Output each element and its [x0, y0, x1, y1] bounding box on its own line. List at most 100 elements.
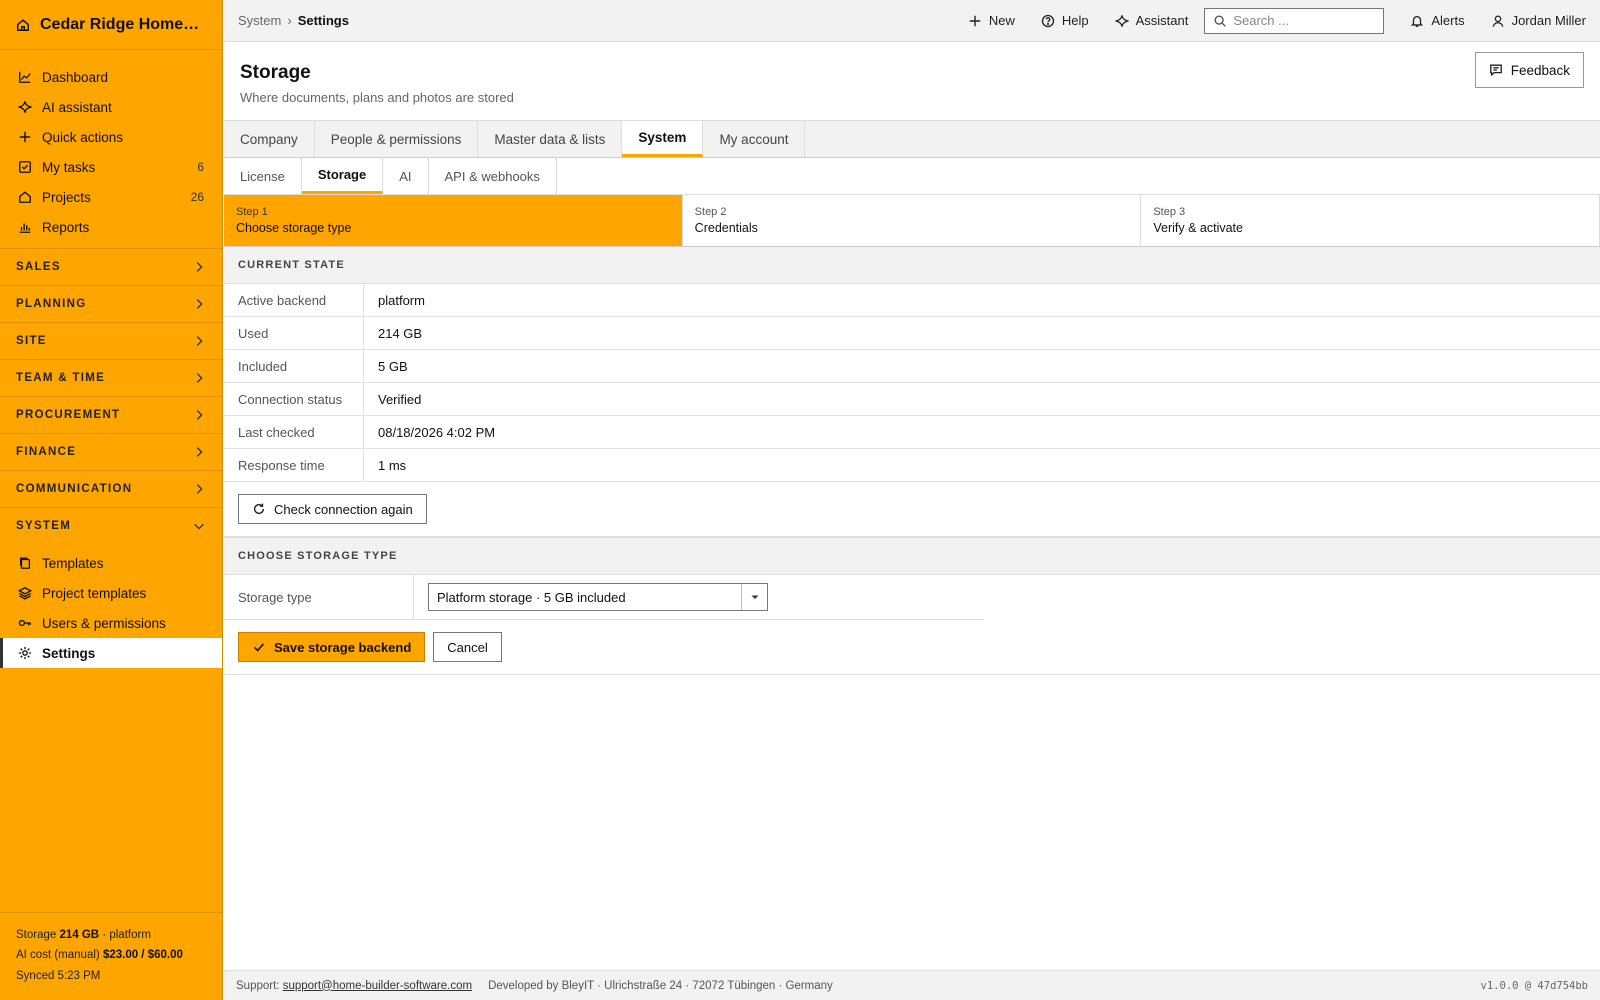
- sidebar-item-label: Quick actions: [42, 129, 124, 145]
- sidebar-top-nav: Dashboard AI assistant Quick actions My …: [0, 50, 222, 242]
- page-footer: Support: support@home-builder-software.c…: [224, 970, 1600, 1000]
- user-menu[interactable]: Jordan Miller: [1491, 13, 1586, 28]
- sidebar-item-label: My tasks: [42, 159, 96, 175]
- storage-type-select[interactable]: Platform storage · 5 GB included: [428, 583, 768, 611]
- sparkle-icon: [1114, 14, 1129, 28]
- tab-master-data[interactable]: Master data & lists: [478, 121, 623, 157]
- alerts-button[interactable]: Alerts: [1410, 13, 1465, 28]
- sidebar-item-templates[interactable]: Templates: [0, 548, 222, 578]
- help-circle-icon: [1041, 14, 1055, 28]
- sidebar-item-dashboard[interactable]: Dashboard: [0, 62, 222, 92]
- current-state-heading: CURRENT STATE: [224, 247, 1600, 284]
- topbar: System › Settings New Help Assistant Ale…: [224, 0, 1600, 42]
- sidebar-item-quick-actions[interactable]: Quick actions: [0, 122, 222, 152]
- sidebar-section-procurement[interactable]: PROCUREMENT: [0, 396, 222, 433]
- sparkle-icon: [18, 100, 32, 114]
- tab-system[interactable]: System: [622, 121, 704, 157]
- sidebar-item-project-templates[interactable]: Project templates: [0, 578, 222, 608]
- sidebar-section-finance[interactable]: FINANCE: [0, 433, 222, 470]
- bar-chart-icon: [18, 220, 32, 234]
- page-header: Storage Where documents, plans and photo…: [224, 42, 1600, 121]
- breadcrumb-settings: Settings: [297, 13, 349, 28]
- step-number: Step 1: [236, 206, 268, 218]
- brand[interactable]: Cedar Ridge Homes L...: [0, 0, 222, 50]
- support-label: Support:: [236, 979, 280, 992]
- subtab-license[interactable]: License: [224, 158, 302, 194]
- search-box[interactable]: [1204, 7, 1385, 34]
- choose-storage-heading: CHOOSE STORAGE TYPE: [224, 538, 1600, 575]
- feedback-button-label: Feedback: [1510, 62, 1570, 78]
- copy-icon: [18, 556, 32, 570]
- sidebar-item-label: AI assistant: [42, 99, 112, 115]
- storage-summary-label: Storage: [16, 928, 57, 941]
- state-value: 1 ms: [378, 457, 407, 473]
- state-row-last-checked: Last checked 08/18/2026 4:02 PM: [224, 416, 1600, 449]
- sidebar-item-projects[interactable]: Projects 26: [0, 182, 222, 212]
- caret-down-icon[interactable]: [741, 584, 767, 610]
- sidebar-section-team-time[interactable]: TEAM & TIME: [0, 359, 222, 396]
- ai-cost-value: $23.00 / $60.00: [102, 949, 183, 961]
- breadcrumb: System › Settings: [238, 13, 942, 28]
- subtab-api-webhooks[interactable]: API & webhooks: [429, 158, 557, 194]
- search-input[interactable]: [1233, 13, 1374, 28]
- sidebar-item-reports[interactable]: Reports: [0, 212, 222, 242]
- main-content: Storage Where documents, plans and photo…: [224, 42, 1600, 970]
- step-credentials[interactable]: Step 2 Credentials: [683, 195, 1142, 246]
- subtab-storage[interactable]: Storage: [301, 158, 384, 194]
- section-label: SITE: [16, 335, 47, 347]
- subtab-ai[interactable]: AI: [383, 158, 429, 194]
- sidebar-item-label: Settings: [42, 645, 96, 661]
- tab-my-account[interactable]: My account: [703, 121, 806, 157]
- check-connection-button[interactable]: Check connection again: [238, 494, 427, 524]
- sidebar-item-label: Project templates: [42, 585, 147, 601]
- ai-cost-label: AI cost (manual): [16, 949, 100, 961]
- developer-info: Developed by BleyIT · Ulrichstraße 24 · …: [488, 979, 833, 992]
- check-connection-area: Check connection again: [224, 482, 1600, 538]
- chevron-right-icon: [192, 334, 206, 348]
- section-label: TEAM & TIME: [16, 372, 106, 384]
- sidebar-item-my-tasks[interactable]: My tasks 6: [0, 152, 222, 182]
- chevron-right-icon: [192, 260, 206, 274]
- sidebar-section-sales[interactable]: SALES: [0, 248, 222, 285]
- storage-summary-value: 214 GB: [59, 928, 100, 941]
- bell-icon: [1410, 14, 1424, 28]
- layers-icon: [18, 586, 32, 600]
- section-label: PLANNING: [16, 298, 87, 310]
- new-button-label: New: [988, 13, 1015, 28]
- feedback-button[interactable]: Feedback: [1474, 52, 1584, 88]
- tab-company[interactable]: Company: [224, 121, 315, 157]
- current-state-table: Active backend platform Used 214 GB Incl…: [224, 284, 1600, 482]
- storage-type-label: Storage type: [224, 575, 414, 619]
- sidebar-item-ai-assistant[interactable]: AI assistant: [0, 92, 222, 122]
- cancel-button[interactable]: Cancel: [433, 632, 502, 662]
- chevron-right-icon: [192, 371, 206, 385]
- section-label: PROCUREMENT: [16, 409, 121, 421]
- new-button[interactable]: New: [968, 13, 1015, 28]
- step-verify-activate[interactable]: Step 3 Verify & activate: [1141, 195, 1600, 246]
- sidebar-item-users-permissions[interactable]: Users & permissions: [0, 608, 222, 638]
- sidebar-section-planning[interactable]: PLANNING: [0, 285, 222, 322]
- refresh-icon: [252, 502, 266, 516]
- sidebar-item-label: Projects: [42, 189, 91, 205]
- save-storage-backend-button[interactable]: Save storage backend: [238, 632, 426, 662]
- sidebar-item-settings[interactable]: Settings: [0, 638, 222, 668]
- sidebar-section-system[interactable]: SYSTEM: [0, 507, 222, 544]
- tab-people-permissions[interactable]: People & permissions: [315, 121, 479, 157]
- sidebar-section-communication[interactable]: COMMUNICATION: [0, 470, 222, 507]
- chevron-right-icon: [192, 408, 206, 422]
- step-number: Step 3: [1153, 206, 1186, 218]
- check-icon: [252, 640, 266, 654]
- state-value: 08/18/2026 4:02 PM: [378, 424, 496, 440]
- help-button[interactable]: Help: [1041, 13, 1089, 28]
- step-choose-storage-type[interactable]: Step 1 Choose storage type: [224, 195, 683, 246]
- state-label: Connection status: [224, 383, 364, 415]
- support-email-link[interactable]: support@home-builder-software.com: [283, 980, 472, 992]
- plus-icon: [968, 14, 982, 28]
- assistant-button[interactable]: Assistant: [1114, 13, 1188, 28]
- sidebar-section-site[interactable]: SITE: [0, 322, 222, 359]
- section-label: FINANCE: [16, 446, 77, 458]
- chevron-right-icon: [192, 297, 206, 311]
- step-name: Credentials: [694, 221, 758, 235]
- check-connection-label: Check connection again: [274, 501, 413, 517]
- breadcrumb-system[interactable]: System: [238, 13, 281, 28]
